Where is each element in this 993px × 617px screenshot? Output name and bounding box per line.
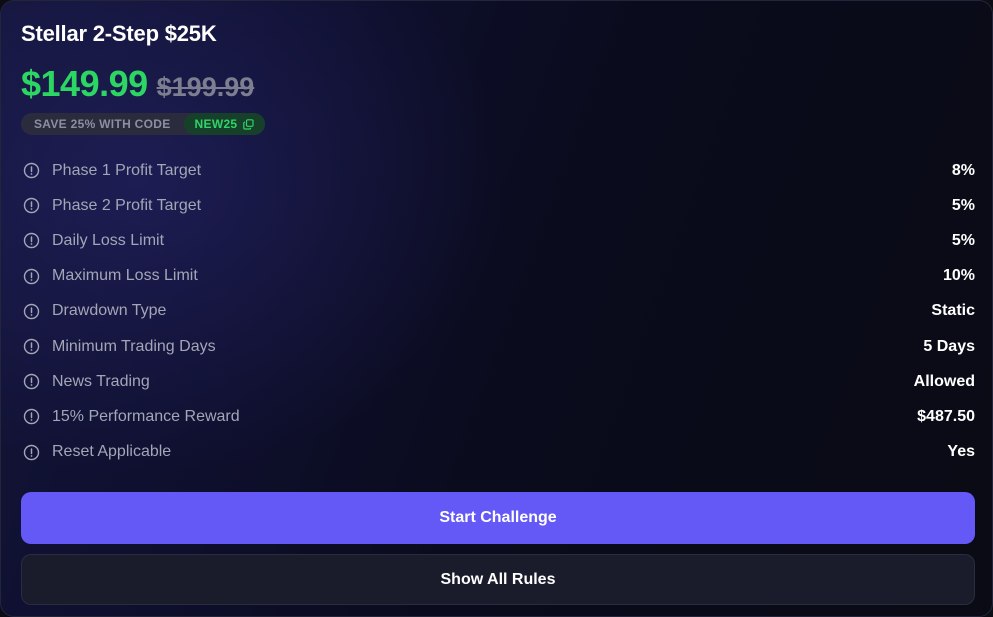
rule-value: 5 Days [923, 337, 975, 355]
rule-label: 15% Performance Reward [52, 407, 240, 425]
info-circle-icon[interactable] [23, 268, 40, 285]
rule-label: Reset Applicable [52, 443, 172, 461]
promo-badge: SAVE 25% WITH CODE NEW25 [21, 113, 266, 135]
rule-row: Minimum Trading Days 5 Days [21, 329, 975, 364]
info-circle-icon[interactable] [23, 408, 40, 425]
info-circle-icon[interactable] [23, 232, 40, 249]
rule-value: $487.50 [917, 407, 975, 425]
plan-title: Stellar 2-Step $25K [21, 21, 217, 46]
challenge-card: Stellar 2-Step $25K $149.99 $199.99 SAVE… [0, 0, 993, 617]
rules-list: Phase 1 Profit Target 8% Phase 2 Profit … [21, 153, 975, 470]
rule-value: Yes [947, 443, 975, 461]
rule-row: Daily Loss Limit 5% [21, 223, 975, 258]
rule-value: 10% [942, 267, 975, 285]
rule-label: Drawdown Type [52, 302, 167, 320]
promo-code: NEW25 [194, 117, 238, 131]
info-circle-icon[interactable] [23, 303, 40, 320]
rule-value: 5% [951, 196, 975, 214]
rule-row: 15% Performance Reward $487.50 [21, 399, 975, 434]
rule-label: Maximum Loss Limit [52, 267, 198, 285]
rule-row: Phase 1 Profit Target 8% [21, 153, 975, 188]
rule-row: Reset Applicable Yes [21, 435, 975, 470]
info-circle-icon[interactable] [23, 373, 40, 390]
price-row: $149.99 $199.99 [21, 63, 254, 105]
rule-row: Phase 2 Profit Target 5% [21, 188, 975, 223]
rule-label: Minimum Trading Days [52, 337, 216, 355]
current-price: $149.99 [21, 63, 148, 104]
rule-label: Phase 2 Profit Target [52, 196, 202, 214]
promo-text: SAVE 25% WITH CODE [34, 117, 171, 131]
promo-code-button[interactable]: NEW25 [183, 113, 266, 135]
rule-row: News Trading Allowed [21, 364, 975, 399]
rule-row: Drawdown Type Static [21, 294, 975, 329]
info-circle-icon[interactable] [23, 444, 40, 461]
original-price: $199.99 [156, 72, 255, 102]
rule-value: Static [931, 302, 975, 320]
rule-row: Maximum Loss Limit 10% [21, 259, 975, 294]
info-circle-icon[interactable] [23, 162, 40, 179]
rule-value: 8% [951, 161, 975, 179]
show-all-rules-button[interactable]: Show All Rules [21, 554, 975, 605]
copy-icon[interactable] [243, 118, 254, 130]
rule-label: Daily Loss Limit [52, 231, 165, 249]
info-circle-icon[interactable] [23, 338, 40, 355]
info-circle-icon[interactable] [23, 197, 40, 214]
rule-value: Allowed [913, 372, 975, 390]
rule-value: 5% [951, 231, 975, 249]
start-challenge-button[interactable]: Start Challenge [21, 492, 975, 544]
rule-label: Phase 1 Profit Target [52, 161, 202, 179]
rule-label: News Trading [52, 372, 150, 390]
